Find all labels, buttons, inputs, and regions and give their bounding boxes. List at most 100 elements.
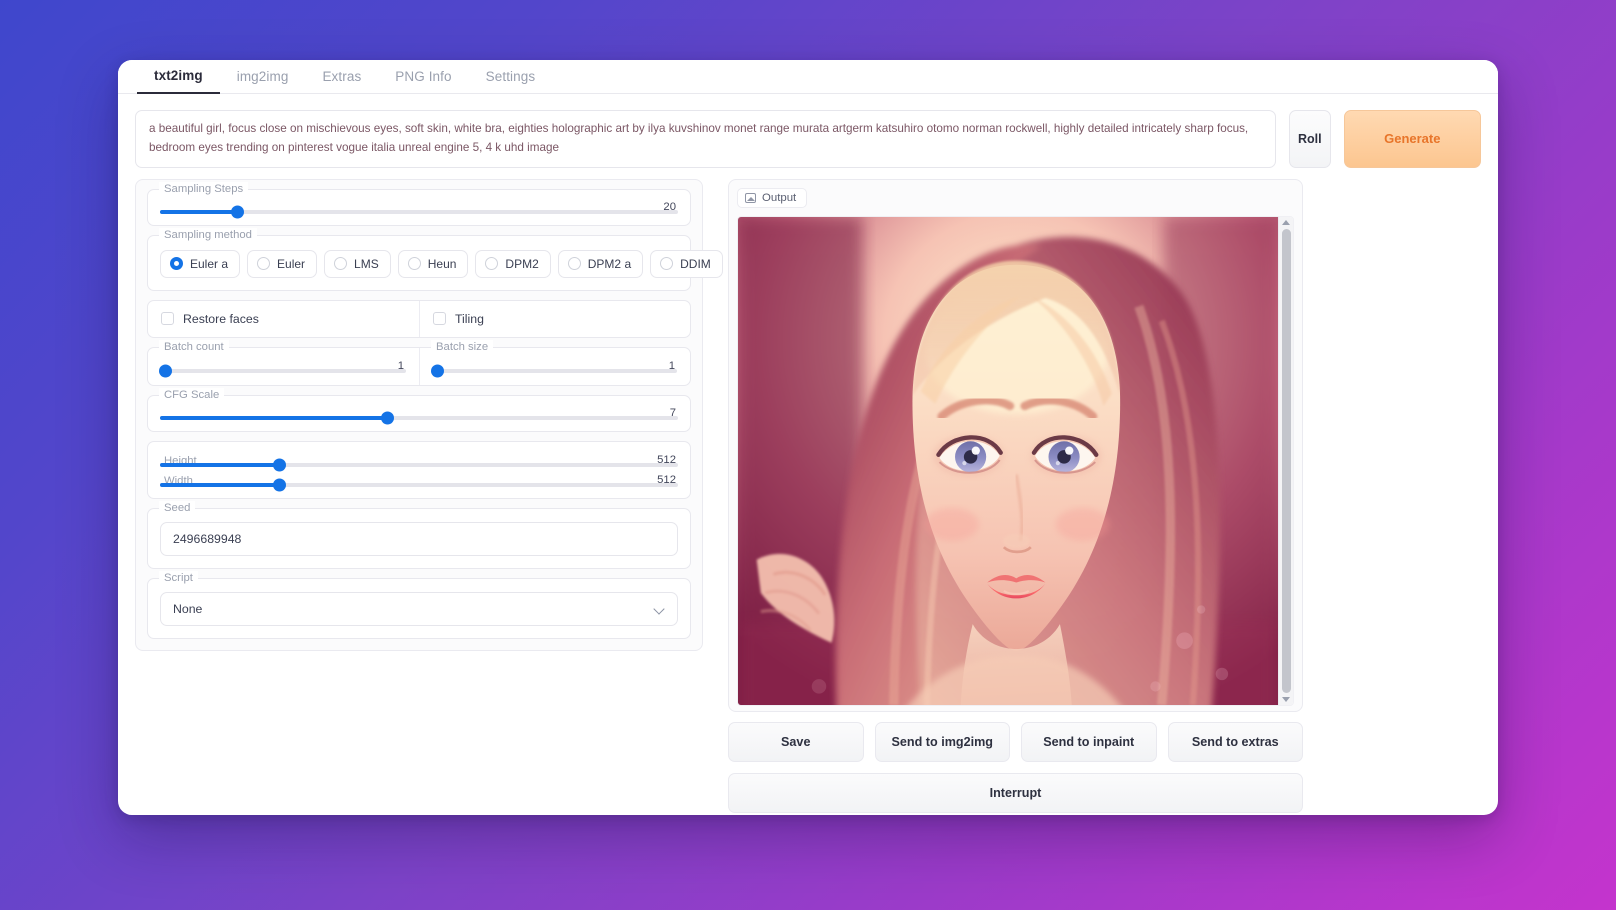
- output-scrollbar[interactable]: [1278, 216, 1293, 705]
- width-fill: [160, 482, 280, 487]
- interrupt-button[interactable]: Interrupt: [728, 772, 1303, 813]
- output-column: Output Save Send to img2img Send to inpa…: [728, 178, 1303, 813]
- scroll-down-arrow-icon[interactable]: [1282, 696, 1290, 702]
- batch-group: Batch count 1 Batch size 1: [147, 339, 691, 386]
- batch-count-label: Batch count: [159, 339, 229, 354]
- radio-lms[interactable]: LMS: [324, 249, 391, 278]
- app-window: txt2img img2img Extras PNG Info Settings…: [118, 60, 1498, 815]
- radio-label: DPM2 a: [587, 256, 632, 271]
- batch-size-field: Batch size 1: [419, 339, 690, 385]
- settings-column: Sampling Steps 20 Sampling method Euler …: [135, 178, 805, 813]
- output-actions: Save Send to img2img Send to inpaint Sen…: [728, 721, 1303, 762]
- restore-faces-checkbox[interactable]: Restore faces: [148, 301, 419, 337]
- radio-label: DDIM: [680, 256, 711, 271]
- radio-dpm2-a[interactable]: DPM2 a: [557, 249, 644, 278]
- roll-button[interactable]: Roll: [1288, 110, 1331, 168]
- script-select[interactable]: None: [160, 591, 678, 626]
- main-tabbar: txt2img img2img Extras PNG Info Settings: [118, 60, 1498, 94]
- radio-dot-icon: [170, 257, 183, 271]
- generate-button[interactable]: Generate: [1343, 110, 1481, 168]
- seed-field: Seed: [147, 500, 691, 569]
- seed-label: Seed: [159, 500, 196, 515]
- batch-count-slider[interactable]: 1: [159, 360, 406, 378]
- height-thumb[interactable]: [272, 458, 286, 472]
- sampling-group: Sampling Steps 20 Sampling method Euler …: [147, 181, 805, 291]
- radio-dot-icon: [567, 257, 581, 271]
- save-button[interactable]: Save: [728, 721, 864, 762]
- radio-heun[interactable]: Heun: [397, 249, 469, 278]
- output-panel: Output: [728, 178, 1303, 712]
- batch-size-track[interactable]: [431, 364, 677, 378]
- cfg-scale-slider[interactable]: 7: [160, 407, 678, 425]
- height-slider[interactable]: 512: [160, 454, 678, 472]
- height-fill: [160, 462, 280, 467]
- sampling-steps-track[interactable]: [160, 205, 678, 219]
- checkbox-icon: [161, 312, 174, 326]
- width-thumb[interactable]: [272, 478, 286, 492]
- main-content: Sampling Steps 20 Sampling method Euler …: [118, 178, 1498, 813]
- cfg-scale-fill: [160, 415, 388, 420]
- script-field: Script None: [147, 570, 691, 639]
- script-selected-value: None: [173, 601, 203, 616]
- image-icon: [745, 192, 756, 203]
- batch-count-track[interactable]: [159, 364, 406, 378]
- tiling-checkbox[interactable]: Tiling: [419, 300, 690, 337]
- radio-dpm2[interactable]: DPM2: [475, 249, 551, 278]
- tab-extras[interactable]: Extras: [305, 63, 378, 93]
- sampling-steps-fill: [160, 209, 238, 214]
- radio-dot-icon: [257, 257, 271, 271]
- batch-count-thumb[interactable]: [159, 364, 173, 378]
- checkbox-icon: [433, 312, 446, 326]
- radio-label: Euler a: [190, 256, 229, 271]
- radio-dot-icon: [660, 257, 674, 271]
- radio-label: Euler: [277, 256, 306, 271]
- output-canvas-frame: [737, 215, 1294, 706]
- output-tabbar: Output: [737, 187, 1294, 209]
- sampling-steps-label: Sampling Steps: [159, 181, 249, 196]
- sampling-method-label: Sampling method: [159, 227, 257, 242]
- scroll-up-arrow-icon[interactable]: [1282, 219, 1290, 225]
- radio-dot-icon: [407, 257, 421, 271]
- generated-image[interactable]: [738, 216, 1278, 705]
- tab-png-info[interactable]: PNG Info: [378, 63, 468, 93]
- batch-size-slider[interactable]: 1: [431, 360, 677, 378]
- radio-label: LMS: [354, 256, 379, 271]
- width-track[interactable]: [160, 478, 678, 492]
- scrollbar-thumb[interactable]: [1281, 228, 1291, 693]
- script-label: Script: [159, 570, 198, 585]
- sampling-method-options: Euler a Euler LMS Heun DPM2 DPM2 a DDIM: [160, 249, 805, 278]
- width-slider[interactable]: 512: [160, 474, 678, 492]
- tab-img2img[interactable]: img2img: [220, 63, 306, 93]
- interrupt-row: Interrupt: [728, 772, 1303, 813]
- send-to-inpaint-button[interactable]: Send to inpaint: [1021, 721, 1157, 762]
- chevron-down-icon: [654, 603, 665, 614]
- radio-euler[interactable]: Euler: [247, 249, 318, 278]
- radio-label: DPM2: [505, 256, 539, 271]
- tab-settings[interactable]: Settings: [469, 63, 553, 93]
- seed-input[interactable]: [160, 521, 678, 556]
- sampling-method-field: Sampling method Euler a Euler LMS Heun D…: [147, 227, 805, 291]
- cfg-scale-thumb[interactable]: [381, 411, 395, 425]
- cfg-scale-track[interactable]: [160, 411, 678, 425]
- send-to-extras-button[interactable]: Send to extras: [1167, 721, 1303, 762]
- output-tab-label: Output: [762, 191, 797, 204]
- sampling-steps-slider[interactable]: 20: [160, 201, 678, 219]
- tab-output[interactable]: Output: [737, 187, 808, 208]
- send-to-img2img-button[interactable]: Send to img2img: [874, 721, 1010, 762]
- sampling-steps-thumb[interactable]: [231, 205, 245, 219]
- dimensions-group: Height 512 Width 512: [147, 440, 691, 499]
- cfg-scale-field: CFG Scale 7: [147, 387, 691, 432]
- toggles-group: Restore faces Tiling: [147, 299, 691, 338]
- radio-euler-a[interactable]: Euler a: [160, 249, 241, 278]
- radio-ddim[interactable]: DDIM: [650, 249, 723, 278]
- batch-size-thumb[interactable]: [431, 364, 445, 378]
- height-track[interactable]: [160, 458, 678, 472]
- radio-dot-icon: [334, 257, 348, 271]
- prompt-row: a beautiful girl, focus close on mischie…: [118, 94, 1498, 179]
- batch-count-field: Batch count 1: [148, 339, 419, 385]
- tab-txt2img[interactable]: txt2img: [137, 62, 220, 94]
- prompt-text: a beautiful girl, focus close on mischie…: [149, 122, 1249, 154]
- cfg-scale-label: CFG Scale: [159, 387, 225, 402]
- height-field: Height 512: [159, 453, 678, 472]
- prompt-input[interactable]: a beautiful girl, focus close on mischie…: [135, 110, 1276, 168]
